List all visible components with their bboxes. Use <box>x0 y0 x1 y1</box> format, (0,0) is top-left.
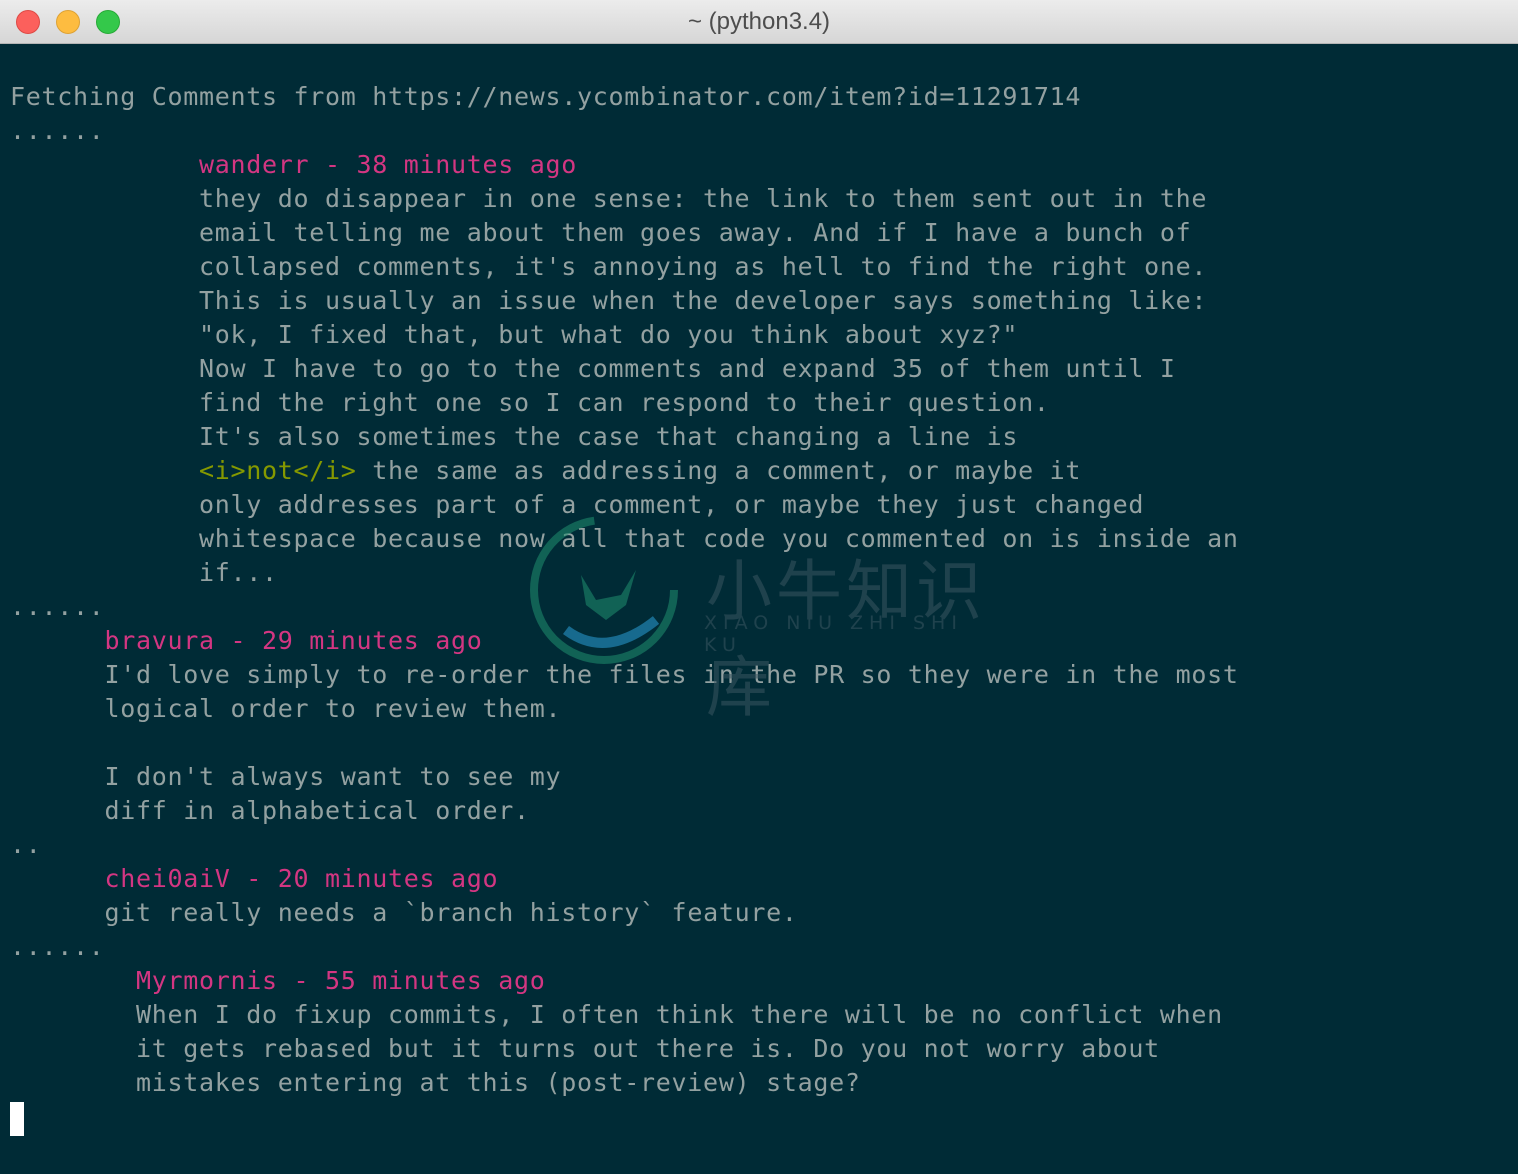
terminal-line: This is usually an issue when the develo… <box>10 284 1518 318</box>
terminal-line: email telling me about them goes away. A… <box>10 216 1518 250</box>
terminal-line: ...... <box>10 590 1518 624</box>
title-bar[interactable]: ~ (python3.4) <box>0 0 1518 44</box>
terminal-line: if... <box>10 556 1518 590</box>
terminal-line: mistakes entering at this (post-review) … <box>10 1066 1518 1100</box>
comment-text: collapsed comments, it's annoying as hel… <box>199 252 1208 281</box>
terminal-line: chei0aiV - 20 minutes ago <box>10 862 1518 896</box>
comment-text: diff in alphabetical order. <box>104 796 530 825</box>
terminal-line: <i>not</i> the same as addressing a comm… <box>10 454 1518 488</box>
terminal-line: Myrmornis - 55 minutes ago <box>10 964 1518 998</box>
terminal-line: I'd love simply to re-order the files in… <box>10 658 1518 692</box>
comment-text: only addresses part of a comment, or may… <box>199 490 1145 519</box>
terminal-line: ...... <box>10 114 1518 148</box>
terminal-line: find the right one so I can respond to t… <box>10 386 1518 420</box>
terminal-line: git really needs a `branch history` feat… <box>10 896 1518 930</box>
comment-text: This is usually an issue when the develo… <box>199 286 1208 315</box>
terminal-output[interactable]: Fetching Comments from https://news.ycom… <box>10 80 1518 1100</box>
terminal-line: collapsed comments, it's annoying as hel… <box>10 250 1518 284</box>
progress-dots: ...... <box>10 116 105 145</box>
terminal-line: I don't always want to see my <box>10 760 1518 794</box>
comment-text: Now I have to go to the comments and exp… <box>199 354 1176 383</box>
window-title: ~ (python3.4) <box>687 8 831 35</box>
terminal-line: Now I have to go to the comments and exp… <box>10 352 1518 386</box>
comment-text: Fetching Comments from https://news.ycom… <box>10 82 1082 111</box>
terminal-line: bravura - 29 minutes ago <box>10 624 1518 658</box>
comment-text: it gets rebased but it turns out there i… <box>136 1034 1160 1063</box>
comment-text: When I do fixup commits, I often think t… <box>136 1000 1223 1029</box>
progress-dots: .. <box>10 830 42 859</box>
terminal-line: diff in alphabetical order. <box>10 794 1518 828</box>
comment-author: wanderr - 38 minutes ago <box>199 150 578 179</box>
terminal-line: When I do fixup commits, I often think t… <box>10 998 1518 1032</box>
terminal-cursor <box>10 1102 24 1136</box>
progress-dots: ...... <box>10 932 105 961</box>
comment-text: whitespace because now all that code you… <box>199 524 1239 553</box>
terminal-line: they do disappear in one sense: the link… <box>10 182 1518 216</box>
terminal-line: .. <box>10 828 1518 862</box>
comment-text: if... <box>199 558 278 587</box>
comment-text: "ok, I fixed that, but what do you think… <box>199 320 1019 349</box>
terminal-line: only addresses part of a comment, or may… <box>10 488 1518 522</box>
comment-text: logical order to review them. <box>104 694 562 723</box>
terminal-line: whitespace because now all that code you… <box>10 522 1518 556</box>
terminal-line: it gets rebased but it turns out there i… <box>10 1032 1518 1066</box>
terminal-line: "ok, I fixed that, but what do you think… <box>10 318 1518 352</box>
terminal-line: ...... <box>10 930 1518 964</box>
terminal-line: It's also sometimes the case that changi… <box>10 420 1518 454</box>
terminal-line: wanderr - 38 minutes ago <box>10 148 1518 182</box>
comment-text: find the right one so I can respond to t… <box>199 388 1050 417</box>
comment-text: email telling me about them goes away. A… <box>199 218 1192 247</box>
html-tag-text: <i>not</i> <box>199 456 357 485</box>
comment-text: they do disappear in one sense: the link… <box>199 184 1208 213</box>
comment-author: bravura - 29 minutes ago <box>104 626 483 655</box>
comment-text: mistakes entering at this (post-review) … <box>136 1068 861 1097</box>
comment-text: the same as addressing a comment, or may… <box>356 456 1082 485</box>
comment-text: I'd love simply to re-order the files in… <box>104 660 1239 689</box>
comment-author: Myrmornis - 55 minutes ago <box>136 966 546 995</box>
terminal-window: ~ (python3.4) Fetching Comments from htt… <box>0 0 1518 1174</box>
terminal-line: logical order to review them. <box>10 692 1518 726</box>
comment-text: It's also sometimes the case that changi… <box>199 422 1019 451</box>
comment-text: I don't always want to see my <box>104 762 562 791</box>
comment-text: git really needs a `branch history` feat… <box>104 898 798 927</box>
terminal-line: Fetching Comments from https://news.ycom… <box>10 80 1518 114</box>
progress-dots: ...... <box>10 592 105 621</box>
comment-author: chei0aiV - 20 minutes ago <box>104 864 499 893</box>
